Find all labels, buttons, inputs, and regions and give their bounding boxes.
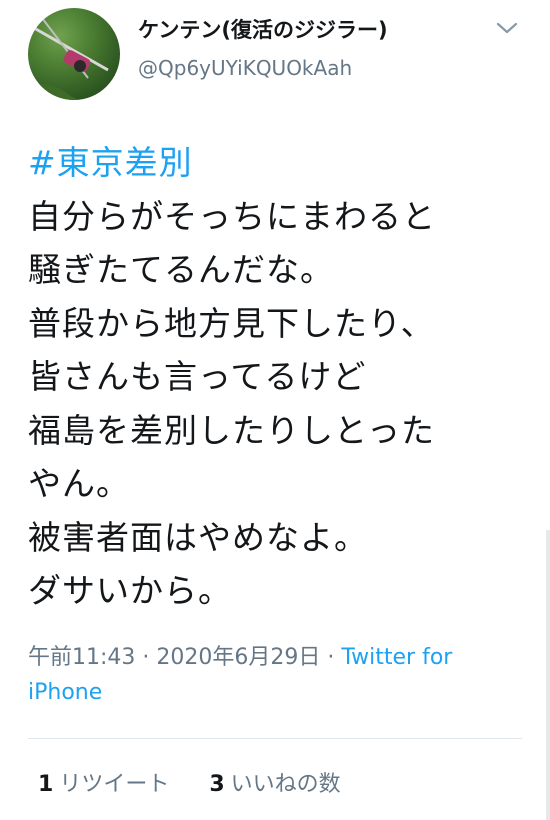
- retweets-stat[interactable]: 1 リツイート: [38, 766, 169, 798]
- tweet-stats: 1 リツイート 3 いいねの数: [38, 766, 381, 798]
- tweet-line: ダサいから。: [28, 571, 232, 610]
- tweet-date[interactable]: 2020年6月29日: [156, 645, 320, 670]
- chevron-down-icon[interactable]: [494, 18, 520, 38]
- tweet-line: 自分らがそっちにまわると: [28, 196, 436, 236]
- tweet-line: やん。: [28, 464, 130, 503]
- tweet-line: 騒ぎたてるんだな。: [28, 250, 334, 289]
- user-handle[interactable]: @Qp6yUYiKQUOkAah: [138, 56, 352, 80]
- scrollbar[interactable]: [546, 530, 550, 820]
- tweet-line: 普段から地方見下したり、: [28, 303, 435, 343]
- tweet-text: #東京差別 自分らがそっちにまわると 騒ぎたてるんだな。 普段から地方見下したり…: [28, 136, 528, 618]
- hashtag-link[interactable]: #東京差別: [28, 136, 528, 190]
- meta-separator: ·: [135, 645, 157, 670]
- avatar[interactable]: [28, 8, 120, 100]
- tweet-line: 福島を差別したりしとった: [28, 410, 436, 450]
- retweets-count: 1: [38, 772, 54, 797]
- likes-count: 3: [209, 772, 225, 797]
- tweet-line: 皆さんも言ってるけど: [28, 357, 367, 396]
- display-name[interactable]: ケンテン(復活のジジラー): [138, 14, 388, 44]
- avatar-photo: [28, 17, 120, 100]
- tweet-line: 被害者面はやめなよ。: [28, 517, 368, 557]
- likes-label: いいねの数: [230, 772, 341, 797]
- divider: [28, 738, 522, 739]
- tweet-metadata: 午前11:43 · 2020年6月29日 · Twitter for iPhon…: [28, 640, 498, 710]
- retweets-label: リツイート: [59, 772, 170, 797]
- tweet-time[interactable]: 午前11:43: [28, 645, 135, 670]
- likes-stat[interactable]: 3 いいねの数: [209, 766, 340, 798]
- meta-separator: ·: [320, 645, 342, 670]
